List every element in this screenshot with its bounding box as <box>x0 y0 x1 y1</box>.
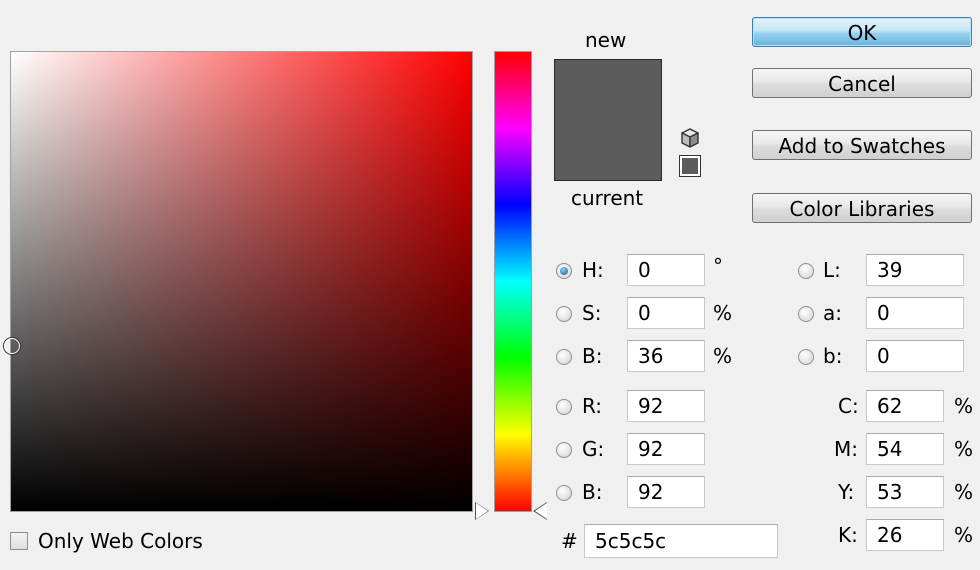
red-radio[interactable] <box>556 399 572 415</box>
magenta-input[interactable]: 54 <box>866 433 944 465</box>
green-radio[interactable] <box>556 442 572 458</box>
blue-label: B: <box>582 480 603 504</box>
yellow-input[interactable]: 53 <box>866 476 944 508</box>
lab-b-radio[interactable] <box>798 349 814 365</box>
cyan-unit: % <box>954 394 974 418</box>
hue-radio[interactable] <box>556 263 572 279</box>
new-color-label: new <box>585 28 627 52</box>
yellow-unit: % <box>954 480 974 504</box>
color-preview <box>554 59 662 181</box>
hue-input[interactable]: 0 <box>627 254 705 286</box>
lab-l-input[interactable]: 39 <box>866 254 964 286</box>
cyan-input[interactable]: 62 <box>866 390 944 422</box>
cube-icon[interactable] <box>679 127 701 149</box>
saturation-radio[interactable] <box>556 306 572 322</box>
black-input[interactable]: 26 <box>866 519 944 551</box>
yellow-label: Y: <box>838 480 855 504</box>
saturation-label: S: <box>582 301 602 325</box>
saturation-brightness-field[interactable] <box>4 51 473 512</box>
hue-slider-left-handle[interactable] <box>476 503 488 519</box>
green-label: G: <box>582 437 605 461</box>
red-label: R: <box>582 394 603 418</box>
blue-radio[interactable] <box>556 485 572 501</box>
color-picker-marker[interactable] <box>4 338 20 354</box>
saturation-unit: % <box>713 301 733 325</box>
magenta-label: M: <box>834 437 858 461</box>
add-to-swatches-button[interactable]: Add to Swatches <box>752 130 972 160</box>
lab-l-radio[interactable] <box>798 263 814 279</box>
red-input[interactable]: 92 <box>627 390 705 422</box>
magenta-unit: % <box>954 437 974 461</box>
color-libraries-button[interactable]: Color Libraries <box>752 193 972 223</box>
brightness-unit: % <box>713 344 733 368</box>
lab-a-input[interactable]: 0 <box>866 297 964 329</box>
lab-a-label: a: <box>823 301 842 325</box>
lab-l-label: L: <box>823 258 841 282</box>
new-color-swatch <box>555 60 661 120</box>
hue-slider-right-handle[interactable] <box>535 503 547 519</box>
hue-slider[interactable] <box>494 51 532 512</box>
lab-b-input[interactable]: 0 <box>866 340 964 372</box>
current-color-label: current <box>571 186 644 210</box>
black-unit: % <box>954 523 974 547</box>
black-label: K: <box>838 523 858 547</box>
lab-a-radio[interactable] <box>798 306 814 322</box>
current-color-swatch[interactable] <box>555 120 661 180</box>
only-web-colors-checkbox[interactable] <box>10 532 28 550</box>
only-web-colors-label[interactable]: Only Web Colors <box>38 529 203 553</box>
cyan-label: C: <box>838 394 859 418</box>
blue-input[interactable]: 92 <box>627 476 705 508</box>
brightness-label: B: <box>582 344 603 368</box>
lab-b-label: b: <box>823 344 843 368</box>
brightness-input[interactable]: 36 <box>627 340 705 372</box>
swatch-icon[interactable] <box>679 155 701 177</box>
brightness-radio[interactable] <box>556 349 572 365</box>
cancel-button[interactable]: Cancel <box>752 68 972 98</box>
hue-unit: ° <box>713 254 723 278</box>
web-safe-swatch <box>682 158 698 174</box>
hex-input[interactable]: 5c5c5c <box>584 524 778 558</box>
saturation-input[interactable]: 0 <box>627 297 705 329</box>
green-input[interactable]: 92 <box>627 433 705 465</box>
ok-button[interactable]: OK <box>752 17 972 47</box>
hue-label: H: <box>582 258 604 282</box>
hex-label: # <box>561 529 578 553</box>
